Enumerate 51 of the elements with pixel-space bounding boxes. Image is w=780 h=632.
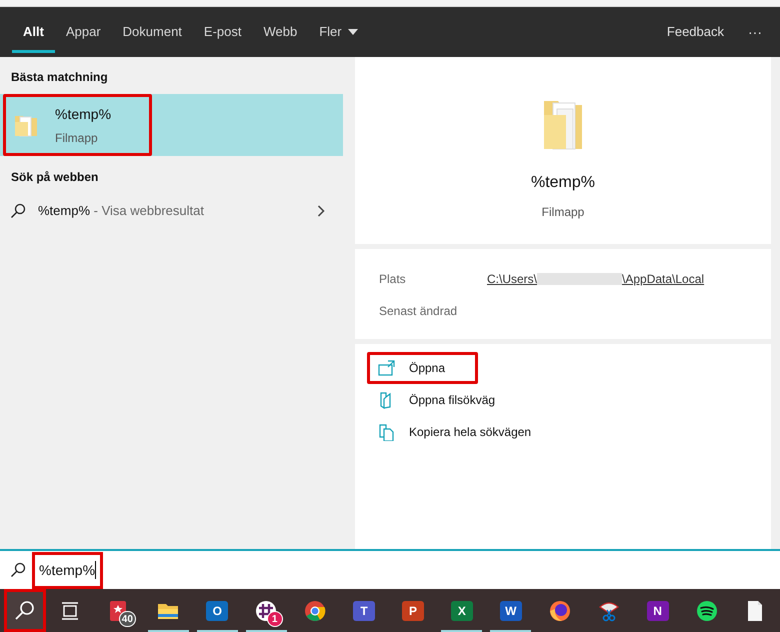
tab[interactable]: Allt bbox=[12, 7, 55, 57]
preview-title: %temp% bbox=[530, 173, 596, 193]
more-button[interactable]: ··· bbox=[748, 22, 762, 42]
path-link[interactable]: C:\Users\ bbox=[487, 270, 538, 288]
browser-icon bbox=[303, 598, 328, 622]
tab[interactable]: E-post bbox=[192, 7, 252, 57]
search-icon bbox=[10, 562, 26, 578]
chevron-right-icon bbox=[317, 205, 325, 217]
preview-subtitle: Filmapp bbox=[542, 204, 584, 221]
action-item[interactable]: Kopiera hela sökvägen bbox=[367, 416, 564, 448]
copy-icon bbox=[378, 424, 395, 440]
tab[interactable]: Webb bbox=[252, 7, 308, 57]
tab[interactable]: Fler bbox=[308, 7, 369, 57]
taskbar-button[interactable]: X bbox=[437, 589, 486, 632]
taskbar-button[interactable] bbox=[4, 589, 46, 632]
count-badge: 40 bbox=[118, 611, 136, 627]
app-tile-icon: W bbox=[500, 600, 522, 620]
taskbar-button[interactable]: 1 bbox=[242, 589, 291, 632]
app-tile-icon: P bbox=[402, 600, 424, 620]
taskbar-button[interactable]: 40 bbox=[95, 589, 144, 632]
search-field[interactable]: %temp% bbox=[32, 552, 104, 588]
app-tile-icon: N bbox=[646, 600, 669, 620]
search-icon bbox=[12, 598, 37, 622]
open-external-icon bbox=[378, 360, 395, 376]
section-heading: Sök på webben bbox=[10, 169, 100, 186]
detail-label: Plats bbox=[379, 271, 407, 288]
sound-waves-icon bbox=[694, 598, 719, 622]
search-icon bbox=[10, 203, 26, 219]
app-tile-icon: T bbox=[353, 600, 376, 620]
taskbar-button[interactable]: O bbox=[192, 589, 242, 632]
detail-label: Senast ändrad bbox=[379, 303, 458, 320]
app-tile-icon: O bbox=[206, 600, 228, 620]
tab[interactable]: Dokument bbox=[112, 7, 193, 57]
taskbar-button[interactable]: P bbox=[388, 589, 438, 632]
action-item[interactable]: Öppna filsökväg bbox=[367, 384, 528, 416]
app-tile-icon: X bbox=[450, 600, 473, 620]
result-title: %temp% bbox=[55, 104, 112, 124]
taskbar-button[interactable]: T bbox=[340, 589, 389, 632]
fox-globe-icon bbox=[548, 598, 572, 622]
best-match-item[interactable]: %temp% Filmapp bbox=[0, 94, 343, 156]
web-result-text: %temp% - Visa webbresultat bbox=[38, 202, 204, 220]
section-heading: Bästa matchning bbox=[10, 69, 109, 86]
feedback-link[interactable]: Feedback bbox=[666, 22, 724, 42]
path-link[interactable]: \AppData\Local bbox=[622, 270, 704, 288]
count-badge: 1 bbox=[266, 611, 283, 627]
taskbar-button[interactable]: W bbox=[486, 589, 536, 632]
result-subtitle: Filmapp bbox=[55, 130, 99, 146]
web-result-item[interactable]: %temp% - Visa webbresultat bbox=[0, 194, 343, 228]
action-item[interactable]: Öppna bbox=[367, 352, 478, 384]
tab[interactable]: Appar bbox=[54, 7, 112, 57]
taskbar-button[interactable]: N bbox=[633, 589, 682, 632]
